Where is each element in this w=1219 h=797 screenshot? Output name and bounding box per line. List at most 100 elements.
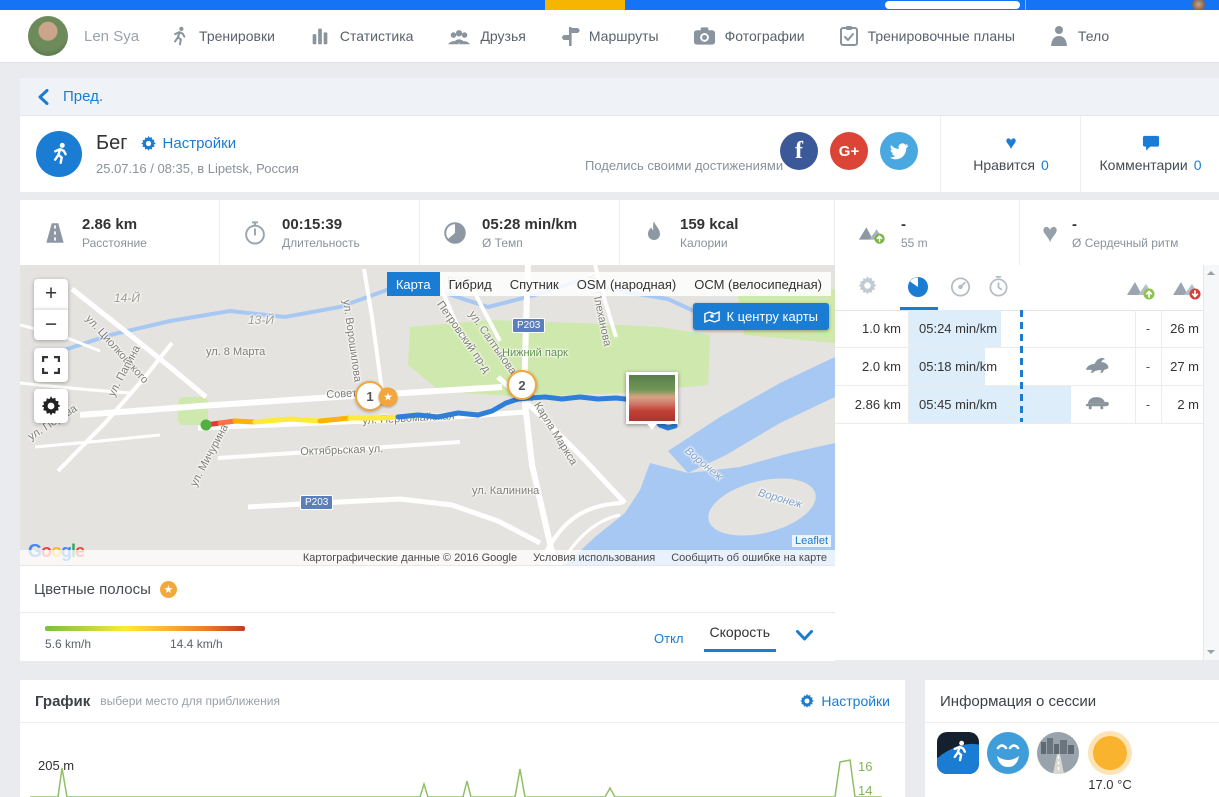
map-zoom-in-button[interactable]: +	[34, 279, 68, 309]
gear-icon	[140, 135, 157, 152]
recenter-map-button[interactable]: К центру карты	[693, 303, 830, 330]
map[interactable]: Р20314-Й13-Йул. 8 Мартаул. Циолковскогоу…	[20, 265, 835, 565]
graph-plot-area[interactable]: 205 m 16 14	[20, 722, 905, 797]
stat-value: -	[901, 216, 928, 233]
terms-link[interactable]: Условия использования	[533, 552, 655, 564]
nav-item-routes[interactable]: Маршруты	[560, 25, 659, 47]
lap-pace: 05:24 min/km	[919, 310, 997, 347]
page: Len Sya Тренировки Статистика Друзья Мар…	[0, 0, 1219, 797]
workout-title: Бег	[96, 132, 128, 155]
stat-altitude: - 55 m	[835, 200, 1020, 265]
lap-descent: 27 m	[1159, 348, 1199, 385]
bands-metric-tab[interactable]: Скорость	[704, 624, 776, 652]
layer-tab-map[interactable]: Карта	[387, 272, 440, 296]
nav-item-training-plans[interactable]: Тренировочные планы	[839, 25, 1015, 47]
graph-title: График	[35, 693, 90, 710]
table-divider	[908, 310, 909, 423]
stat-label: Длительность	[282, 236, 360, 250]
color-bands-title: Цветные полосы	[34, 581, 151, 598]
duration-tab-icon[interactable]	[987, 275, 1010, 298]
road-icon	[42, 220, 68, 246]
nav-item-label: Тренировки	[199, 28, 275, 44]
leaflet-attribution-link[interactable]: Leaflet	[792, 535, 831, 547]
scroll-up-icon[interactable]	[1207, 271, 1215, 275]
browser-search-box[interactable]	[885, 1, 1020, 9]
breadcrumb-back[interactable]: Пред.	[20, 78, 1219, 116]
bar-chart-icon	[309, 25, 331, 47]
user-name[interactable]: Len Sya	[84, 28, 139, 45]
map-fullscreen-button[interactable]	[34, 348, 68, 382]
user-avatar[interactable]	[28, 16, 68, 56]
lap-heart-rate: -	[1135, 310, 1161, 347]
stat-heart-rate: ♥ -Ø Сердечный ритм	[1020, 200, 1219, 265]
graph-hint: выбери место для приближения	[100, 694, 280, 708]
speed-tab-icon[interactable]	[948, 275, 973, 297]
google-plus-share-button[interactable]: G+	[830, 132, 868, 170]
stat-calories: 159 kcalКалории	[620, 200, 835, 265]
nav-item-label: Тело	[1078, 28, 1109, 44]
chevron-down-icon[interactable]	[796, 630, 813, 647]
color-bands-section: Цветные полосы ★ 5.6 km/h 14.4 km/h Откл…	[20, 565, 835, 661]
nav-item-photos[interactable]: Фотографии	[693, 26, 805, 46]
browser-divider	[1025, 0, 1026, 10]
browser-top-strip	[0, 0, 1219, 10]
lap-pace: 05:45 min/km	[919, 386, 997, 423]
road-surface-icon	[1037, 732, 1079, 774]
gradient-min-label: 5.6 km/h	[45, 637, 91, 651]
nav-item-body[interactable]: Тело	[1049, 25, 1109, 47]
nav-item-label: Статистика	[340, 28, 414, 44]
nav-item-statistics[interactable]: Статистика	[309, 25, 414, 47]
map-zoom-out-button[interactable]: −	[34, 309, 68, 340]
nav-item-friends[interactable]: Друзья	[447, 25, 525, 47]
graph-settings-label: Настройки	[821, 693, 890, 709]
nav-item-workouts[interactable]: Тренировки	[167, 25, 275, 48]
comment-bubble-icon	[1142, 135, 1160, 152]
map-settings-button[interactable]	[34, 389, 68, 423]
pace-icon	[442, 220, 468, 246]
gear-icon	[799, 693, 815, 709]
session-title: Информация о сессии	[940, 693, 1096, 710]
lap-pace: 05:18 min/km	[919, 348, 997, 385]
map-layer-switcher: Карта Гибрид Спутник OSM (народная) ОСМ …	[387, 272, 831, 296]
star-marker-icon[interactable]: ★	[379, 388, 398, 407]
bands-off-link[interactable]: Откл	[654, 631, 684, 646]
scroll-down-icon[interactable]	[1207, 650, 1215, 654]
descent-column-icon	[1171, 275, 1203, 301]
km-marker-label: 2	[518, 378, 525, 393]
finish-avatar-marker[interactable]	[626, 372, 678, 424]
stat-value: -	[1072, 216, 1178, 233]
graph-panel: График выбери место для приближения Наст…	[20, 680, 905, 797]
layer-tab-satellite[interactable]: Спутник	[501, 272, 568, 296]
runner-icon	[167, 25, 190, 48]
laps-scrollbar[interactable]	[1203, 265, 1219, 660]
flame-icon	[642, 220, 666, 246]
table-divider	[1161, 310, 1162, 423]
stat-distance: 2.86 kmРасстояние	[20, 200, 220, 265]
stat-label: 55 m	[901, 236, 928, 250]
graph-settings-link[interactable]: Настройки	[799, 693, 890, 709]
layer-tab-hybrid[interactable]: Гибрид	[440, 272, 501, 296]
twitter-share-button[interactable]	[880, 132, 918, 170]
layer-tab-osm[interactable]: OSM (народная)	[568, 272, 686, 296]
km-marker-2[interactable]: 2	[507, 370, 537, 400]
like-block[interactable]: ♥ Нравится0	[940, 116, 1081, 192]
comments-block[interactable]: Комментарии0	[1080, 116, 1219, 192]
stat-duration: 00:15:39Длительность	[220, 200, 420, 265]
share-prompt: Поделись своими достижениями	[585, 158, 783, 173]
map-attribution: Картографические данные © 2016 Google Ус…	[20, 550, 835, 565]
facebook-share-button[interactable]: f	[780, 132, 818, 170]
workout-settings-link[interactable]: Настройки	[140, 135, 237, 152]
pace-tab-icon[interactable]	[906, 275, 930, 299]
stat-value: 159 kcal	[680, 216, 738, 233]
sports-tracker-app-icon	[937, 732, 979, 774]
settings-icon[interactable]	[857, 275, 878, 296]
table-divider	[1135, 310, 1136, 423]
breadcrumb-label: Пред.	[63, 88, 103, 105]
workout-header: Бег Настройки 25.07.16 / 08:35, в Lipets…	[20, 116, 1219, 192]
lap-distance: 1.0 km	[835, 310, 901, 347]
report-error-link[interactable]: Сообщить об ошибке на карте	[671, 552, 827, 564]
gradient-max-label: 14.4 km/h	[170, 637, 223, 651]
stopwatch-icon	[242, 220, 268, 246]
layer-tab-osm-cycle[interactable]: ОСМ (велосипедная)	[685, 272, 831, 296]
nav-item-label: Фотографии	[725, 28, 805, 44]
